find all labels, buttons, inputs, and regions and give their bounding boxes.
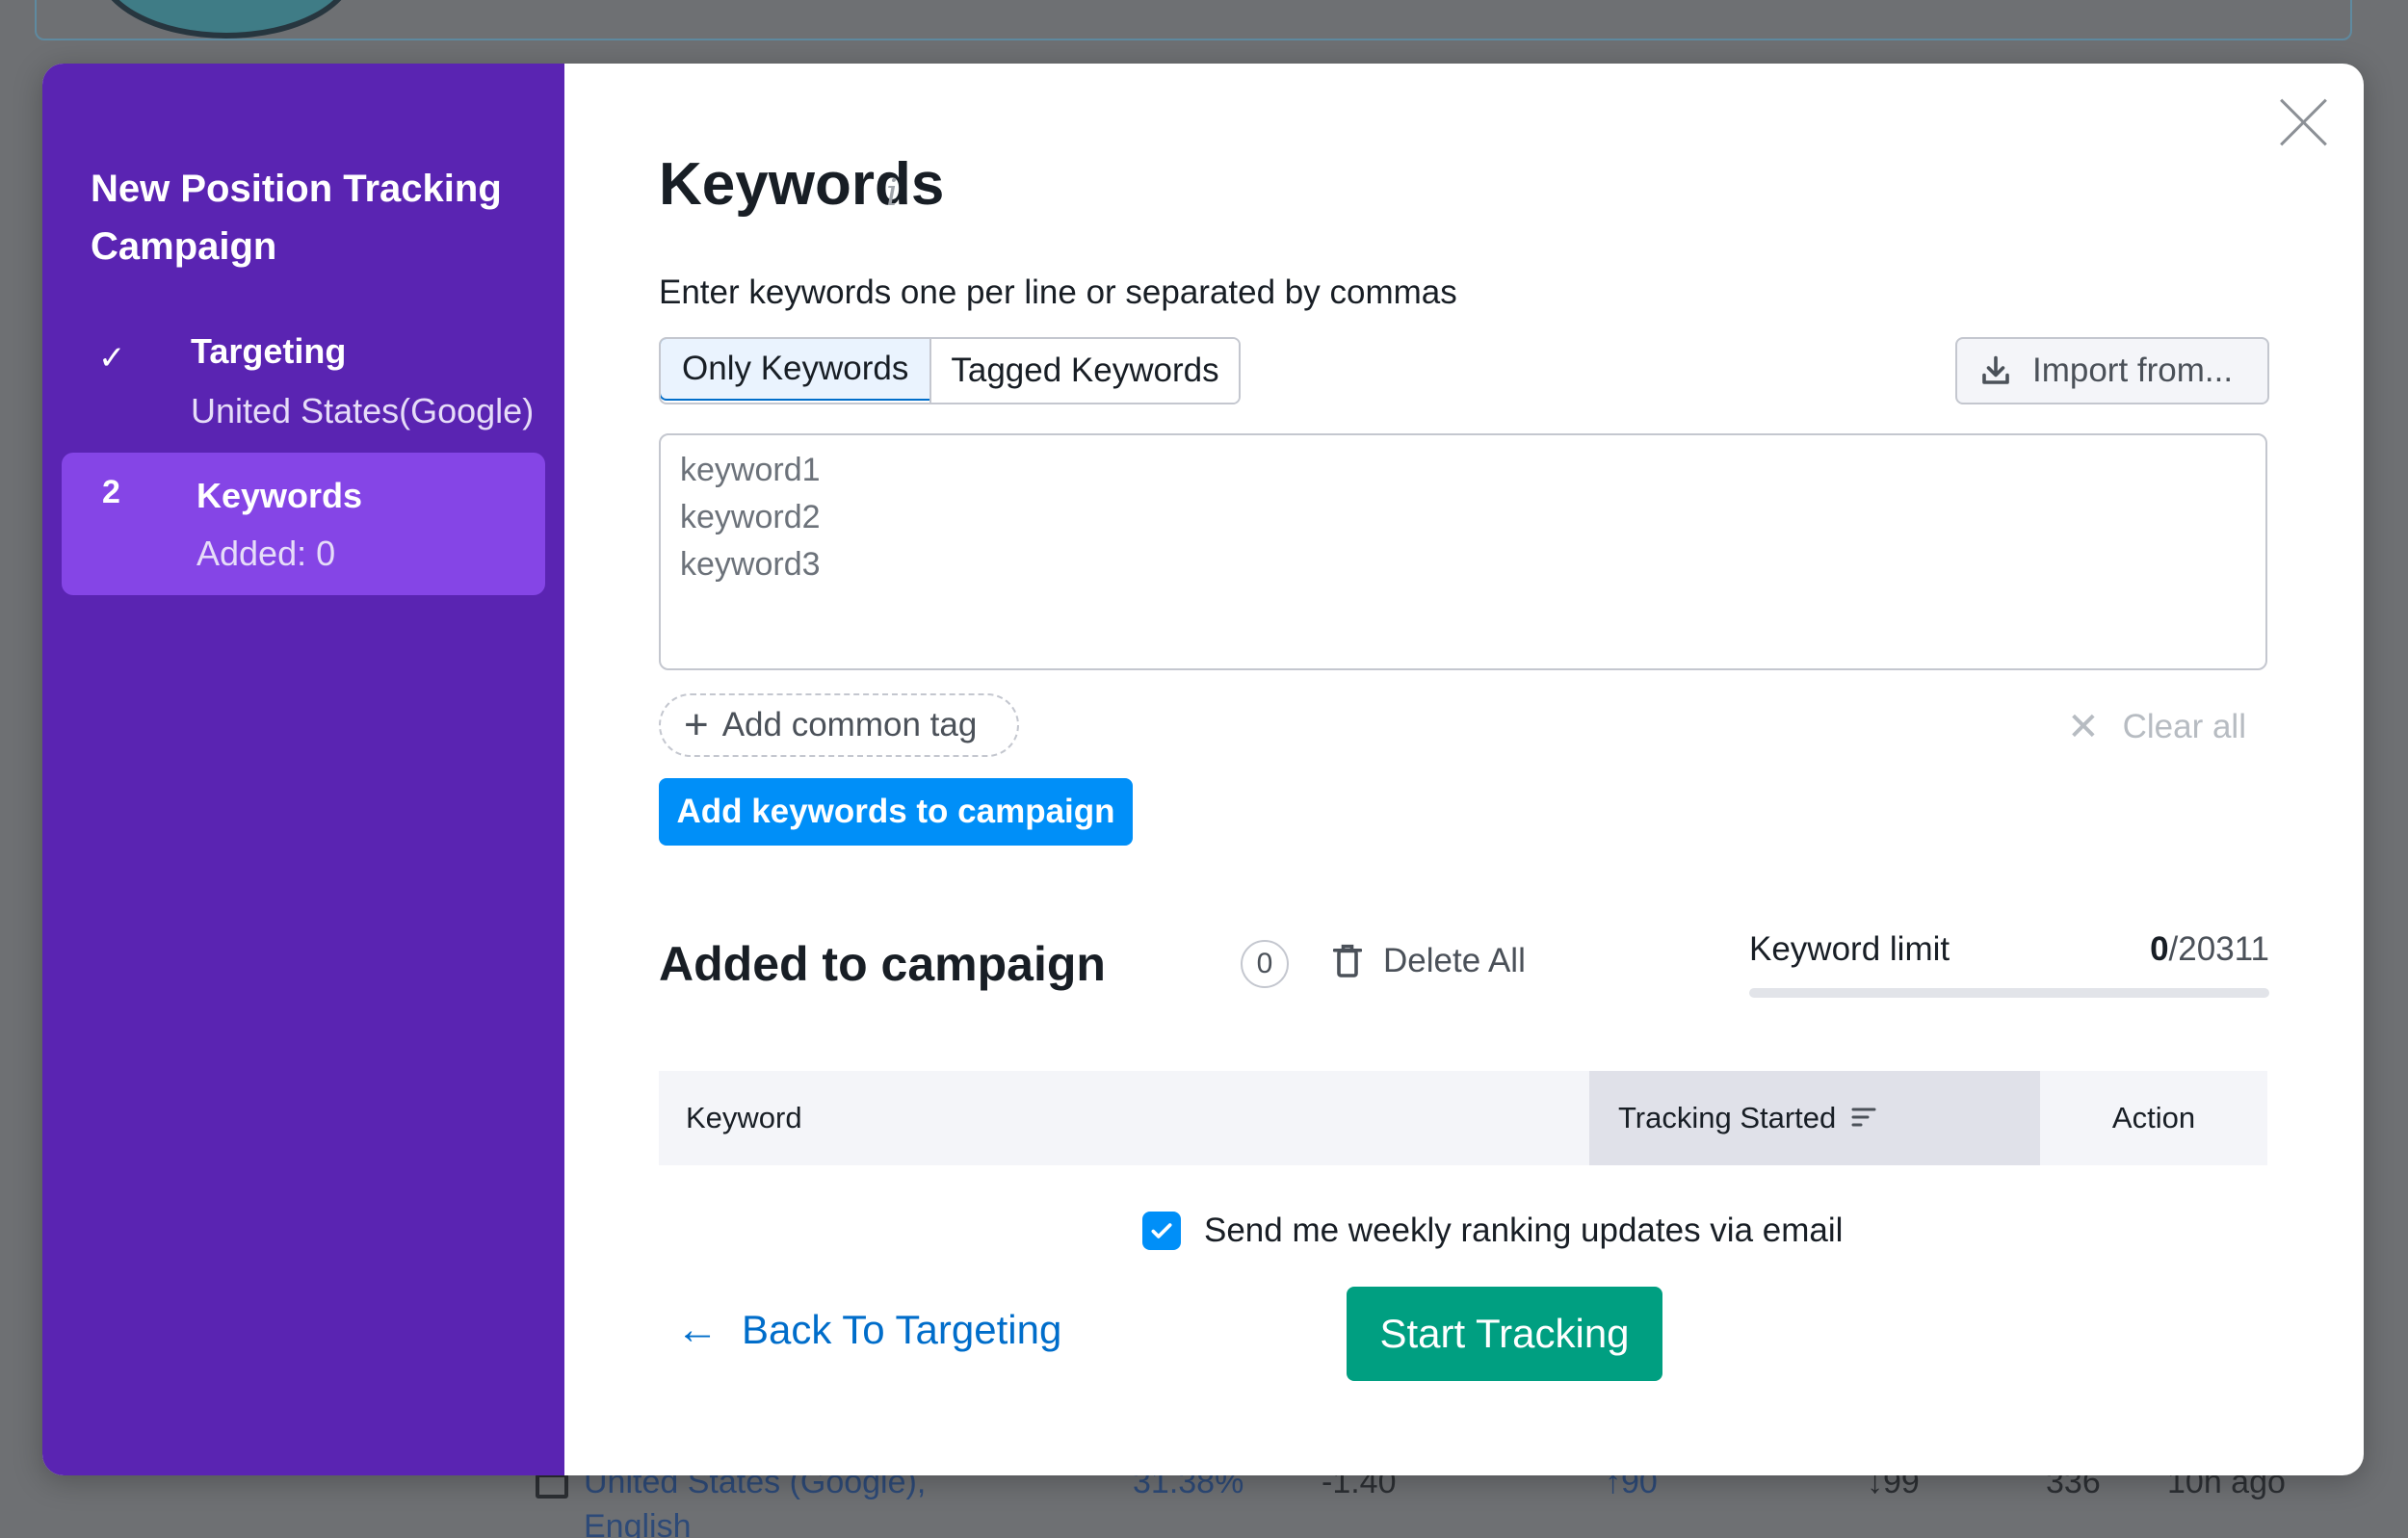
clear-all-label: Clear all	[2122, 708, 2246, 745]
add-common-tag-label: Add common tag	[721, 706, 978, 743]
keyword-limit-total: /20311	[2168, 930, 2269, 968]
download-icon	[1982, 355, 2009, 384]
plus-icon: +	[684, 701, 709, 748]
added-count-badge: 0	[1241, 940, 1289, 988]
back-to-targeting-label: Back To Targeting	[742, 1307, 1062, 1352]
close-icon[interactable]	[2275, 94, 2331, 150]
added-keywords-table-header: Keyword Tracking Started Action	[659, 1071, 2267, 1165]
column-tracking-started-label: Tracking Started	[1618, 1101, 1837, 1134]
step-keywords-label: Keywords	[196, 476, 363, 515]
add-common-tag-button[interactable]: + Add common tag	[659, 693, 1019, 757]
delete-all-button[interactable]: Delete All	[1333, 942, 1526, 980]
added-to-campaign-title: Added to campaign	[659, 937, 1106, 991]
background-card	[35, 0, 2352, 40]
arrow-left-icon: ←	[676, 1306, 719, 1353]
step-number: 2	[102, 474, 120, 510]
close-icon: ✕	[2067, 706, 2100, 748]
wizard-sidebar: New Position Tracking Campaign ✓ Targeti…	[42, 64, 564, 1475]
column-keyword[interactable]: Keyword	[659, 1071, 1589, 1165]
step-targeting-summary: United States(Google)	[191, 391, 535, 430]
start-tracking-button[interactable]: Start Tracking	[1347, 1287, 1662, 1381]
step-keywords[interactable]: 2 Keywords Added: 0	[62, 453, 545, 595]
column-action: Action	[2111, 1101, 2196, 1134]
keyword-limit-used: 0	[2150, 930, 2169, 968]
keywords-hint: Enter keywords one per line or separated…	[659, 274, 1457, 311]
desktop-icon	[536, 1473, 568, 1499]
placeholder-line: keyword1	[680, 452, 821, 488]
info-icon[interactable]: i	[886, 171, 898, 214]
keyword-limit-label: Keyword limit	[1749, 930, 1950, 968]
step-keywords-summary: Added: 0	[196, 534, 336, 573]
tab-tagged-keywords[interactable]: Tagged Keywords	[929, 339, 1239, 403]
keyword-limit-bar	[1749, 988, 2269, 998]
keyword-limit: Keyword limit 0/20311	[1749, 930, 2269, 998]
back-to-targeting-link[interactable]: ← Back To Targeting	[676, 1306, 1061, 1354]
add-keywords-button[interactable]: Add keywords to campaign	[659, 778, 1133, 846]
new-campaign-modal: New Position Tracking Campaign ✓ Targeti…	[42, 64, 2364, 1475]
tab-only-keywords[interactable]: Only Keywords	[660, 339, 932, 401]
placeholder-line: keyword2	[680, 499, 821, 535]
weekly-updates-option: Send me weekly ranking updates via email	[1142, 1212, 1843, 1250]
background-location-language: English	[584, 1508, 692, 1538]
page-title: Keywords	[659, 151, 945, 218]
weekly-updates-label: Send me weekly ranking updates via email	[1204, 1212, 1844, 1249]
check-icon: ✓	[98, 340, 126, 377]
wizard-title: New Position Tracking Campaign	[91, 168, 502, 268]
import-button[interactable]: Import from...	[1955, 337, 2269, 404]
step-targeting[interactable]: ✓ Targeting United States(Google)	[62, 322, 545, 447]
column-tracking-started[interactable]: Tracking Started	[1589, 1071, 2040, 1165]
weekly-updates-checkbox[interactable]	[1142, 1212, 1181, 1250]
wizard-content: Keywords i Enter keywords one per line o…	[564, 64, 2364, 1475]
sort-icon	[1851, 1108, 1876, 1127]
step-targeting-label: Targeting	[191, 331, 347, 371]
trash-icon	[1333, 944, 1362, 978]
import-button-label: Import from...	[2032, 352, 2234, 389]
checkmark-icon	[1151, 1223, 1172, 1238]
keywords-input[interactable]: keyword1 keyword2 keyword3	[659, 433, 2267, 670]
delete-all-label: Delete All	[1383, 942, 1526, 979]
keyword-mode-toggle: Only Keywords Tagged Keywords	[659, 337, 1241, 404]
clear-all-button[interactable]: ✕ Clear all	[2067, 705, 2246, 749]
placeholder-line: keyword3	[680, 546, 821, 583]
